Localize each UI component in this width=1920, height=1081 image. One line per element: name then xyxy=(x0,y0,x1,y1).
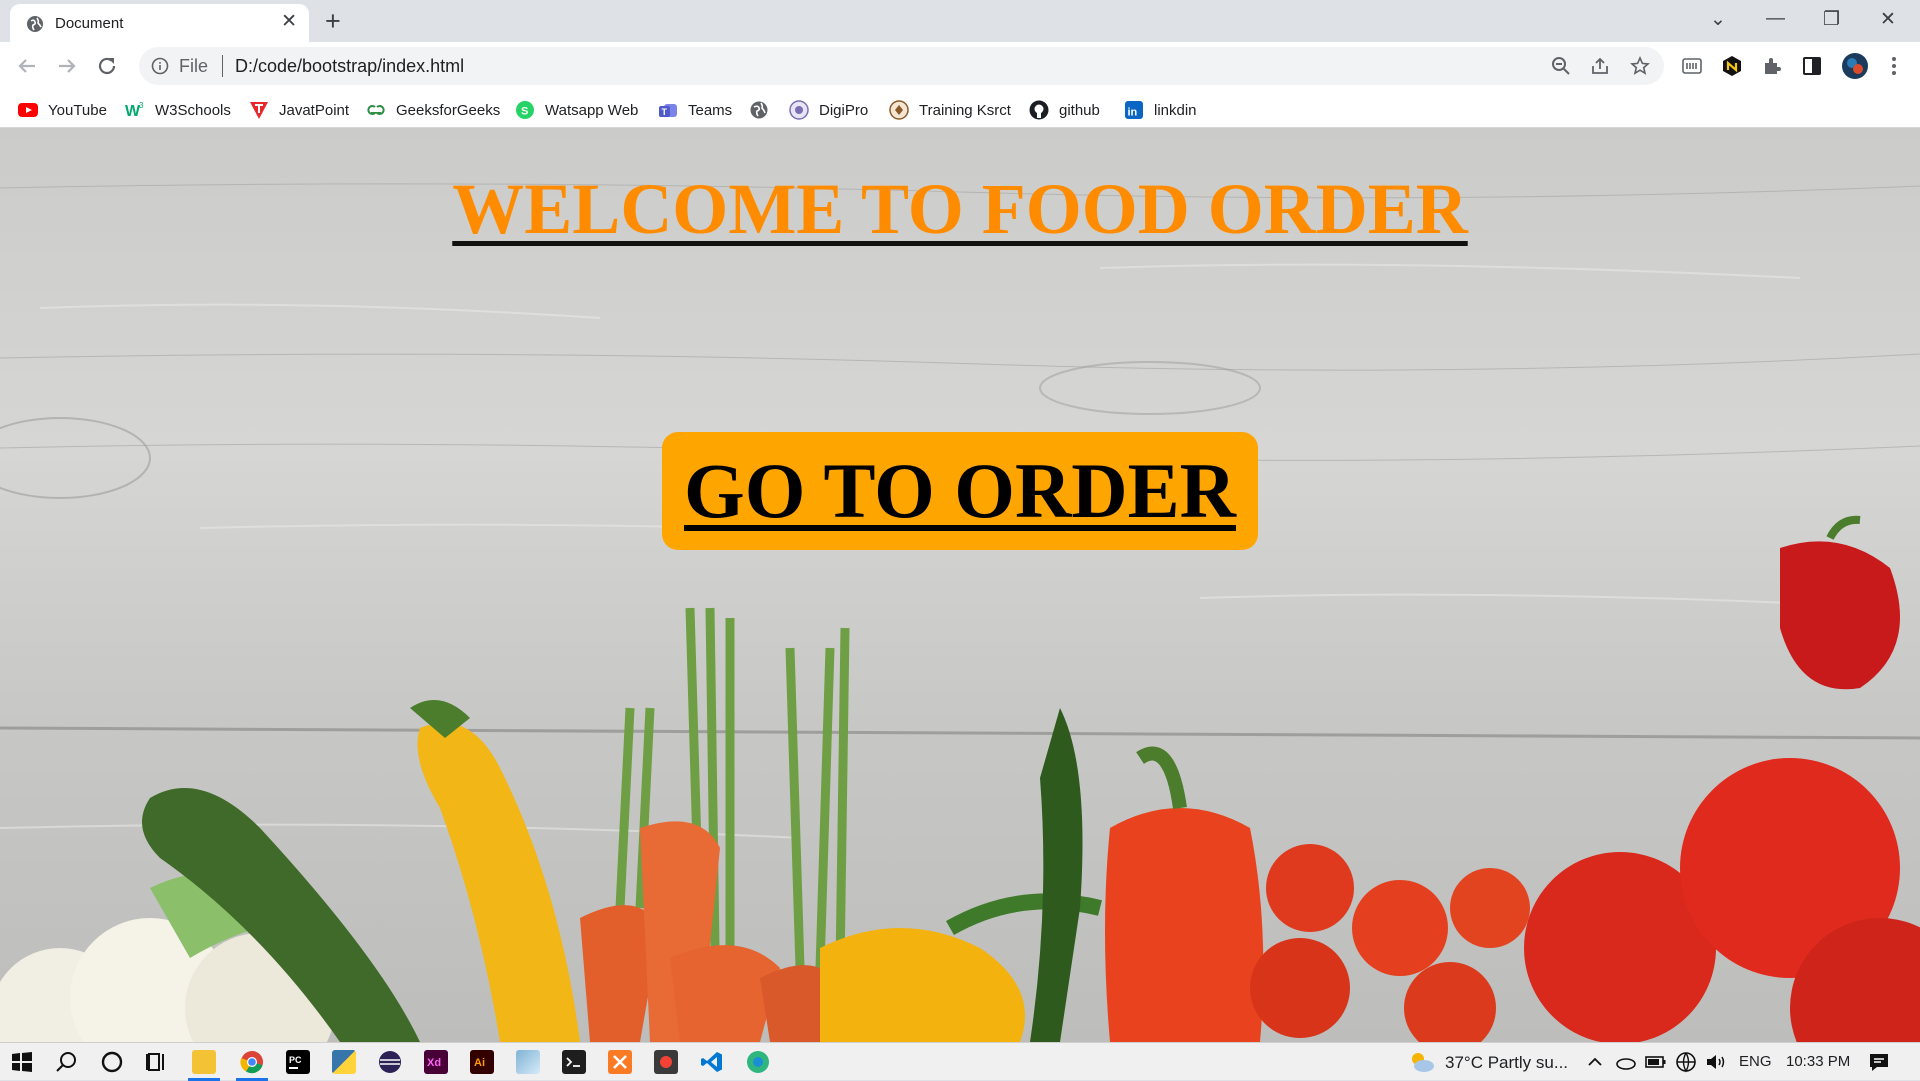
restore-button[interactable]: ❐ xyxy=(1823,8,1840,31)
share-icon[interactable] xyxy=(1590,56,1610,76)
url-scheme: File xyxy=(179,56,209,76)
svg-text:in: in xyxy=(1128,107,1138,119)
file-explorer-icon[interactable] xyxy=(192,1050,216,1074)
address-bar[interactable]: File D:/code/bootstrap/index.html xyxy=(139,47,1664,85)
go-to-order-button[interactable]: GO TO ORDER xyxy=(662,432,1258,550)
notifications-icon[interactable] xyxy=(1867,1050,1891,1074)
svg-text:3: 3 xyxy=(139,101,144,110)
bookmark-digipro[interactable]: DigiPro xyxy=(789,99,868,121)
windows-taskbar: PC Xd Ai 37°C Partly su... ENG 10:33 PM xyxy=(0,1042,1920,1081)
linkedin-icon: in xyxy=(1125,101,1143,119)
chevron-up-icon[interactable] xyxy=(1585,1050,1605,1074)
svg-text:S: S xyxy=(521,106,528,118)
tab-close-icon[interactable]: ✕ xyxy=(281,12,297,32)
svg-text:Xd: Xd xyxy=(427,1057,441,1069)
extensions-icon[interactable] xyxy=(1761,55,1783,77)
eclipse-icon[interactable] xyxy=(378,1050,402,1074)
go-to-order-label[interactable]: GO TO ORDER xyxy=(684,447,1236,534)
pycharm-icon[interactable]: PC xyxy=(286,1050,310,1074)
illustrator-icon[interactable]: Ai xyxy=(470,1050,494,1074)
whatsapp-icon: S xyxy=(516,101,534,119)
teams-icon: T xyxy=(659,104,677,117)
tab-strip: Document ✕ + ⌄ — ❐ ✕ xyxy=(0,0,1920,42)
bookmark-geeksforgeeks[interactable]: GeeksforGeeks xyxy=(366,99,500,121)
bookmark-github[interactable]: github xyxy=(1029,99,1100,121)
info-icon[interactable] xyxy=(151,57,169,75)
geeksforgeeks-icon xyxy=(367,105,385,115)
volume-icon[interactable] xyxy=(1705,1050,1727,1074)
extension-barcode-icon[interactable] xyxy=(1681,55,1703,77)
globe-icon xyxy=(27,16,43,32)
svg-text:T: T xyxy=(662,107,668,117)
language-indicator[interactable]: ENG xyxy=(1739,1053,1772,1070)
bookmark-w3schools[interactable]: W3 W3Schools xyxy=(125,99,231,121)
github-icon xyxy=(1029,100,1049,120)
welcome-heading: WELCOME TO FOOD ORDER xyxy=(0,168,1920,251)
digipro-icon xyxy=(789,100,809,120)
back-icon[interactable] xyxy=(13,52,41,80)
weather-text[interactable]: 37°C Partly su... xyxy=(1445,1053,1568,1073)
python-idle-icon[interactable] xyxy=(332,1050,356,1074)
w3schools-icon: W3 xyxy=(125,101,144,120)
terminal-icon[interactable] xyxy=(562,1050,586,1074)
bookmark-globe[interactable] xyxy=(749,99,779,121)
bookmark-linkedin[interactable]: in linkdin xyxy=(1124,99,1197,121)
profile-avatar-icon[interactable] xyxy=(1841,52,1869,80)
notepad-icon[interactable] xyxy=(516,1050,540,1074)
minimize-button[interactable]: — xyxy=(1766,8,1785,30)
forward-icon[interactable] xyxy=(53,52,81,80)
vscode-icon[interactable] xyxy=(700,1050,724,1074)
browser-toolbar: File D:/code/bootstrap/index.html xyxy=(0,42,1920,90)
bookmark-star-icon[interactable] xyxy=(1630,56,1650,76)
bookmark-training-ksrct[interactable]: Training Ksrct xyxy=(889,99,1011,121)
bookmark-whatsapp[interactable]: S Watsapp Web xyxy=(515,99,638,121)
search-icon[interactable] xyxy=(55,1050,79,1074)
url-separator xyxy=(222,55,223,77)
youtube-icon xyxy=(18,103,38,117)
xd-icon[interactable]: Xd xyxy=(424,1050,448,1074)
svg-text:Ai: Ai xyxy=(474,1057,485,1069)
ksrct-icon xyxy=(889,100,909,120)
cortana-icon[interactable] xyxy=(100,1050,124,1074)
bookmark-youtube[interactable]: YouTube xyxy=(18,99,107,121)
edge-icon[interactable] xyxy=(746,1050,770,1074)
reload-icon[interactable] xyxy=(93,52,121,80)
url-text[interactable]: D:/code/bootstrap/index.html xyxy=(235,56,464,77)
svg-text:PC: PC xyxy=(289,1055,302,1065)
app-icon[interactable] xyxy=(654,1050,678,1074)
side-panel-icon[interactable] xyxy=(1801,55,1823,77)
onedrive-icon[interactable] xyxy=(1615,1050,1637,1074)
chrome-icon[interactable] xyxy=(240,1050,264,1074)
clock-time[interactable]: 10:33 PM xyxy=(1786,1053,1850,1070)
bookmark-javatpoint[interactable]: JavatPoint xyxy=(249,99,349,121)
bookmarks-bar: YouTube W3 W3Schools JavatPoint Geeksfor… xyxy=(0,90,1920,128)
page-viewport: WELCOME TO FOOD ORDER GO TO ORDER xyxy=(0,128,1920,1042)
weather-icon[interactable] xyxy=(1406,1050,1436,1074)
tab-search-icon[interactable]: ⌄ xyxy=(1710,8,1726,31)
bookmark-teams[interactable]: T Teams xyxy=(658,99,732,121)
menu-icon[interactable] xyxy=(1883,55,1905,77)
start-icon[interactable] xyxy=(10,1050,34,1074)
window-close-button[interactable]: ✕ xyxy=(1880,8,1896,31)
tab-title: Document xyxy=(55,15,124,32)
battery-icon[interactable] xyxy=(1645,1050,1667,1074)
zoom-icon[interactable] xyxy=(1551,56,1571,76)
extension-hex-icon[interactable] xyxy=(1721,55,1743,77)
xampp-icon[interactable] xyxy=(608,1050,632,1074)
javatpoint-icon xyxy=(250,102,268,119)
task-view-icon[interactable] xyxy=(145,1050,169,1074)
new-tab-button[interactable]: + xyxy=(325,7,341,35)
vegetables-image xyxy=(0,515,1920,1042)
globe-icon xyxy=(750,101,768,119)
welcome-heading-text: WELCOME TO FOOD ORDER xyxy=(452,169,1468,249)
network-globe-icon[interactable] xyxy=(1675,1050,1697,1074)
tab-document[interactable]: Document ✕ xyxy=(10,4,309,42)
